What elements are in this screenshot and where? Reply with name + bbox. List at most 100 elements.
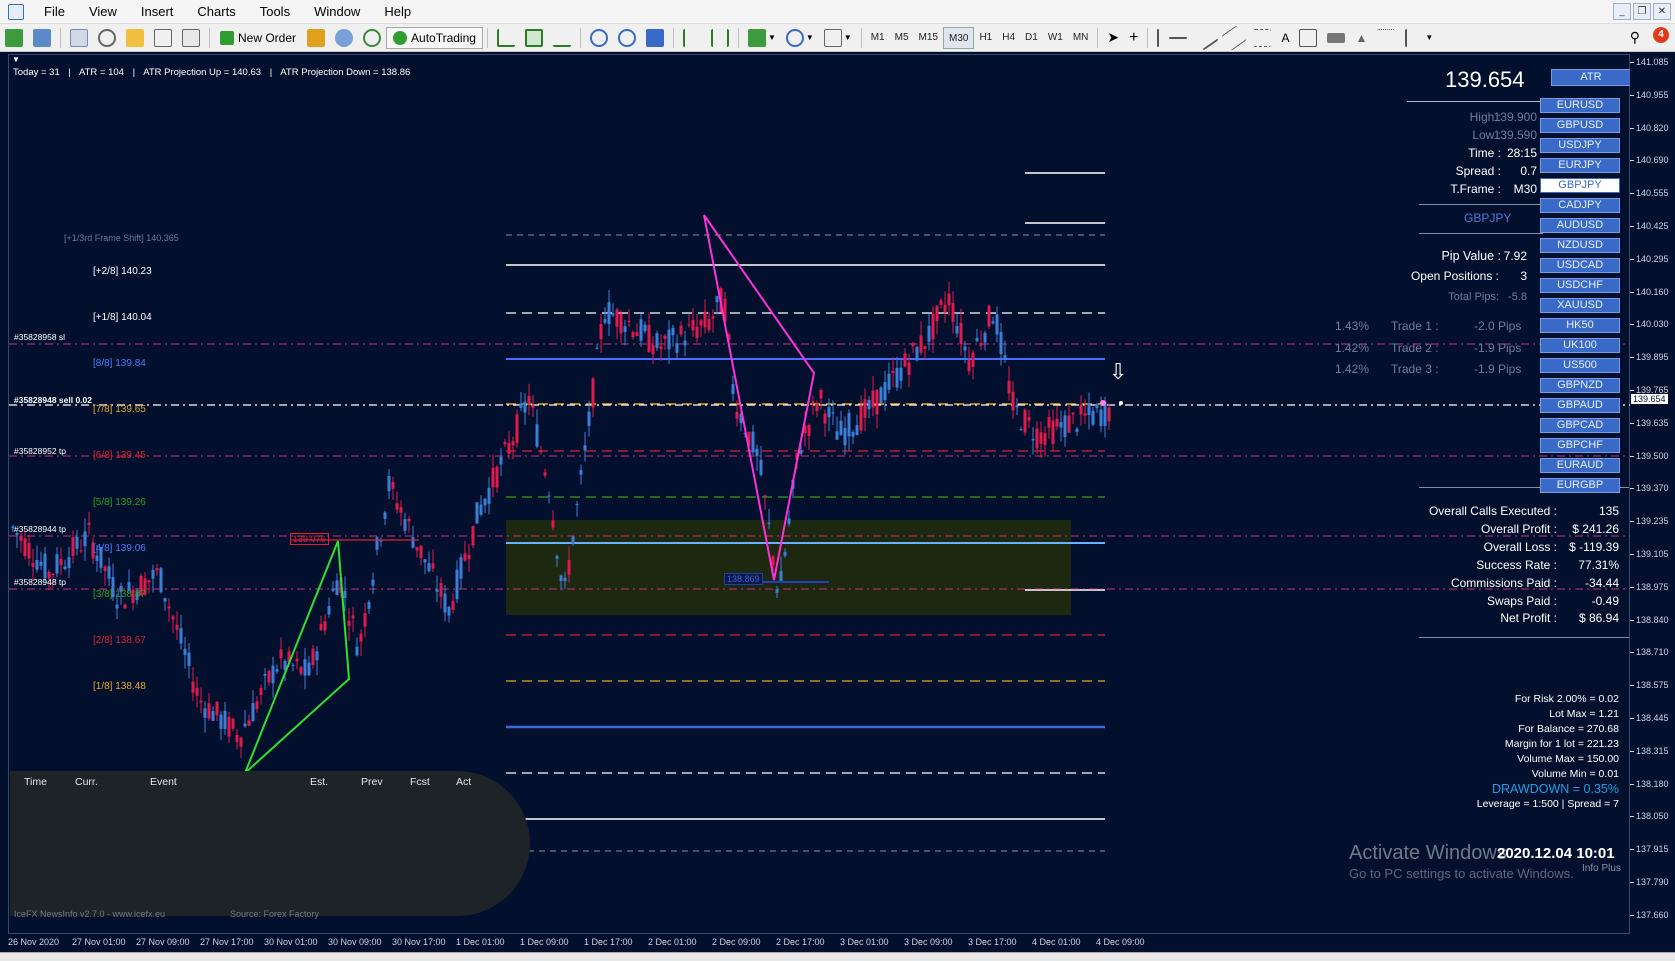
candlestick-button[interactable] [522,27,546,49]
symbol-button-eurusd[interactable]: EURUSD [1540,98,1620,113]
navigator-button[interactable] [123,27,147,49]
zoom-in-button[interactable] [587,27,611,49]
symbol-button-gbpusd[interactable]: GBPUSD [1540,118,1620,133]
notification-badge[interactable]: 4 [1653,27,1669,43]
timeframe-m15[interactable]: M15 [914,27,943,49]
cursor-tool-button[interactable]: ➤ [1104,27,1122,49]
symbol-button-gbpchf[interactable]: GBPCHF [1540,438,1620,453]
timeframe-m30[interactable]: M30 [942,26,975,49]
time-axis-tick: 1 Dec 17:00 [584,937,633,947]
triangle-tool-button[interactable]: ▲ [1352,27,1370,49]
arrows-tool-button[interactable]: ▼ [1402,27,1436,49]
bar-chart-button[interactable] [494,27,518,49]
time-value: 28:15 [1506,146,1537,160]
symbol-button-nzdusd[interactable]: NZDUSD [1540,238,1620,253]
menu-help[interactable]: Help [372,0,423,24]
candle-body [1015,405,1019,408]
tile-windows-button[interactable] [643,27,667,49]
symbol-button-gbpjpy[interactable]: GBPJPY [1540,178,1620,193]
market-watch-button[interactable] [67,27,91,49]
signals-button[interactable] [332,27,356,49]
trendline-button[interactable] [1193,24,1220,51]
auto-scroll-button[interactable] [708,27,732,49]
candle-body [539,451,543,453]
indicators-button[interactable]: ▼ [745,27,779,49]
symbol-button-usdchf[interactable]: USDCHF [1540,278,1620,293]
profiles-button[interactable] [30,27,54,49]
symbol-button-xauusd[interactable]: XAUUSD [1540,298,1620,313]
close-icon[interactable]: ✕ [1653,3,1671,20]
new-order-button[interactable]: New Order [214,27,302,49]
symbol-button-audusd[interactable]: AUDUSD [1540,218,1620,233]
horizontal-line-button[interactable] [1166,27,1190,49]
new-chart-button[interactable] [2,27,26,49]
chart-shift-button[interactable] [680,27,704,49]
price-axis-tickmark [1630,357,1634,359]
symbol-button-uk100[interactable]: UK100 [1540,338,1620,353]
menu-file[interactable]: File [32,0,77,24]
metaeditor-button[interactable] [304,27,328,49]
price-axis-tickmark [1630,62,1634,63]
candle-body [315,651,319,661]
order-tag-sell[interactable]: #35828948 sell 0.02 [14,395,92,405]
text-tool-button[interactable]: A [1278,27,1292,49]
symbol-button-eurjpy[interactable]: EURJPY [1540,158,1620,173]
symbol-button-hk50[interactable]: HK50 [1540,318,1620,333]
label-tool-button[interactable] [1296,27,1320,49]
order-tag-tp-2[interactable]: #35828944 tp [14,524,66,534]
periods-button[interactable]: ▼ [783,27,817,49]
symbol-button-usdjpy[interactable]: USDJPY [1540,138,1620,153]
order-tag-sl[interactable]: #35828958 sl [14,332,65,342]
symbol-button-usdcad[interactable]: USDCAD [1540,258,1620,273]
minimize-icon[interactable]: _ [1613,3,1631,20]
fibonacci-button[interactable] [1250,27,1274,49]
terminal-button[interactable] [151,27,175,49]
menu-window[interactable]: Window [302,0,372,24]
menu-view[interactable]: View [77,0,129,24]
menu-tools[interactable]: Tools [248,0,302,24]
symbol-button-gbpaud[interactable]: GBPAUD [1540,398,1620,413]
timeframe-m5[interactable]: M5 [890,27,914,49]
chart-area[interactable]: ⇩ Today = 31 | ATR = 104 | ATR Projectio… [8,54,1631,934]
timeframe-h4[interactable]: H4 [997,27,1020,49]
timeframe-h1[interactable]: H1 [974,27,997,49]
candle-body [235,734,239,742]
symbol-button-eurgbp[interactable]: EURGBP [1540,478,1620,493]
price-axis[interactable]: 141.085 140.955 140.820 140.690 140.555 140.4… [1630,54,1675,934]
symbol-button-euraud[interactable]: EURAUD [1540,458,1620,473]
timeframe-m1[interactable]: M1 [866,27,890,49]
menu-insert[interactable]: Insert [129,0,186,24]
channel-button[interactable] [1221,24,1248,51]
chart-menu-arrow[interactable]: ▼ [12,55,20,64]
templates-button[interactable]: ▼ [821,27,855,49]
zoom-out-button[interactable] [615,27,639,49]
symbol-button-gbpnzd[interactable]: GBPNZD [1540,378,1620,393]
line-chart-button[interactable] [550,27,574,49]
candle-body [687,324,691,326]
gann-tool-button[interactable] [1374,27,1398,49]
timeframe-w1[interactable]: W1 [1043,27,1068,49]
price-axis-tickmark [1630,882,1634,883]
autotrading-button[interactable]: AutoTrading [386,26,483,49]
candle-body [151,569,155,579]
order-tag-tp-3[interactable]: #35828948 tp [14,577,66,587]
data-window-button[interactable] [95,27,119,49]
menu-charts[interactable]: Charts [185,0,247,24]
timeframe-mn[interactable]: MN [1068,27,1094,49]
symbol-button-us500[interactable]: US500 [1540,358,1620,373]
crosshair-tool-button[interactable]: + [1126,27,1141,49]
symbol-button-gbpcad[interactable]: GBPCAD [1540,418,1620,433]
search-button[interactable]: ⚲ [1627,27,1643,49]
rectangle-tool-button[interactable] [1324,27,1348,49]
symbol-button-cadjpy[interactable]: CADJPY [1540,198,1620,213]
timeframe-d1[interactable]: D1 [1020,27,1043,49]
vertical-line-button[interactable] [1154,27,1162,49]
candle-body [167,606,171,609]
vps-button[interactable] [360,27,384,49]
tester-button[interactable] [179,27,203,49]
restore-icon[interactable]: ❐ [1633,3,1651,20]
time-axis[interactable]: 26 Nov 2020 27 Nov 01:00 27 Nov 09:00 27 No… [8,934,1630,952]
atr-button[interactable]: ATR [1551,69,1631,86]
order-tag-tp-1[interactable]: #35828952 tp [14,446,66,456]
candle-body [243,723,247,727]
